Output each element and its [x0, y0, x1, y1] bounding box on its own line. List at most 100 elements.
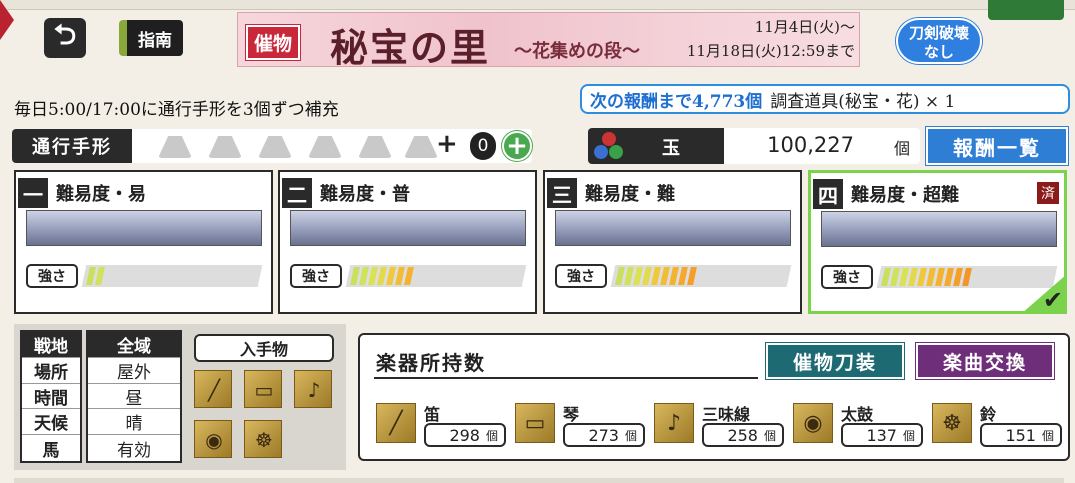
stage-info-panel: 戦地 場所 時間 天候 馬 全域 屋外 昼 晴 有効 入手物 ╱ ▭ ♪ ◉ ☸ [14, 324, 346, 470]
strength-segment [881, 268, 891, 286]
pass-slot-icon [208, 136, 242, 158]
difficulty-card-2[interactable]: 二難易度・普 強さ [278, 170, 537, 314]
stage-image [555, 210, 791, 246]
condition-values: 全域 屋外 昼 晴 有効 [86, 330, 182, 463]
strength-segment [86, 267, 96, 285]
strength-label: 強さ [821, 265, 873, 289]
strength-segment [404, 267, 414, 285]
condition-value: 晴 [88, 409, 180, 436]
condition-labels: 戦地 場所 時間 天候 馬 [20, 330, 82, 463]
song-exchange-button[interactable]: 楽曲交換 [916, 343, 1054, 379]
strength-bar [81, 265, 263, 287]
bell-icon: ☸ [932, 403, 972, 443]
top-right-tab[interactable] [988, 0, 1064, 20]
next-reward-remaining: 次の報酬まで4,773個 [590, 91, 763, 112]
event-equipment-button[interactable]: 催物刀装 [766, 343, 904, 379]
strength-segment [642, 267, 652, 285]
instrument-count-unit: 個 [902, 428, 915, 443]
instrument-count-value: 151 [1005, 425, 1036, 445]
gem-label: 玉 [662, 138, 680, 159]
event-tag: 催物 [246, 25, 301, 60]
koto-icon: ▭ [515, 403, 555, 443]
event-banner[interactable]: 催物 秘宝の里 ～花集めの段～ 11月4日(火)～ 11月18日(火)12:59… [237, 12, 860, 67]
divider [374, 377, 758, 379]
shamisen-icon[interactable]: ♪ [294, 370, 332, 408]
event-subtitle: ～花集めの段～ [514, 41, 640, 62]
stage-image [26, 210, 262, 246]
koto-icon[interactable]: ▭ [244, 370, 282, 408]
drum-icon: ◉ [793, 403, 833, 443]
strength-segment [359, 267, 369, 285]
stage-image [290, 210, 526, 246]
instrument-item: ♪ 三味線 258 個 [654, 401, 792, 447]
difficulty-name: 難易度・難 [585, 184, 675, 205]
difficulty-card-4[interactable]: 四難易度・超難 強さ済 ✔ [808, 170, 1067, 314]
condition-label: 戦地 [22, 332, 80, 358]
strength-bar [345, 265, 527, 287]
strength-segment [687, 267, 697, 285]
strength-segment [917, 268, 927, 286]
difficulty-card-1[interactable]: 一難易度・易 強さ [14, 170, 273, 314]
pass-plus: + [436, 129, 458, 159]
cleared-badge: 済 [1036, 181, 1060, 205]
strength-segment [651, 267, 661, 285]
gem-counter: 玉 100,227 個 [588, 128, 920, 164]
flute-icon[interactable]: ╱ [194, 370, 232, 408]
strength-segment [350, 267, 360, 285]
pass-row: 通行手形 + 0 + [12, 129, 532, 163]
pass-slot-icon [158, 136, 192, 158]
strength-segment [678, 267, 688, 285]
reward-list-button[interactable]: 報酬一覧 [926, 127, 1068, 165]
next-reward-box: 次の報酬まで4,773個 調査道具(秘宝・花) × 1 [580, 84, 1070, 114]
add-pass-button[interactable]: + [502, 131, 532, 161]
pass-slot-icon [258, 136, 292, 158]
strength-segment [633, 267, 643, 285]
strength-segment [615, 267, 625, 285]
bell-icon[interactable]: ☸ [244, 420, 282, 458]
strength-segment [95, 267, 105, 285]
event-start-date: 11月4日(火)～ [754, 18, 855, 36]
pass-slot-icon [308, 136, 342, 158]
instrument-count-unit: 個 [624, 428, 637, 443]
drum-icon[interactable]: ◉ [194, 420, 232, 458]
instrument-name: 太鼓 [841, 405, 874, 424]
condition-label: 天候 [22, 409, 80, 436]
difficulty-card-3[interactable]: 三難易度・難強さ [543, 170, 802, 314]
instrument-count: 258 個 [702, 423, 784, 447]
strength-segment [908, 268, 918, 286]
difficulty-number: 一 [18, 178, 48, 208]
strength-segment [944, 268, 954, 286]
top-bar [0, 0, 1075, 10]
strength-label: 強さ [555, 264, 607, 288]
instrument-count-value: 137 [866, 425, 897, 445]
strength-segment [962, 268, 972, 286]
difficulty-name: 難易度・易 [56, 184, 146, 205]
event-title: 秘宝の里 [330, 25, 491, 67]
strength-segment [377, 267, 387, 285]
condition-label: 場所 [22, 358, 80, 384]
difficulty-number: 二 [282, 178, 312, 208]
instrument-name: 三味線 [702, 405, 751, 424]
strength-segment [926, 268, 936, 286]
strength-segment [386, 267, 396, 285]
instrument-panel: 楽器所持数 催物刀装 楽曲交換 ╱ 笛 298 個 ▭ 琴 273 個 ♪ 三味線 258 個 ◉ 太鼓 1… [358, 333, 1070, 461]
instrument-name: 笛 [424, 405, 441, 424]
guide-button[interactable]: 指南 [119, 20, 183, 56]
strength-bar [610, 265, 792, 287]
bottom-edge [14, 478, 1064, 483]
next-reward-item: 調査道具(秘宝・花) × 1 [770, 91, 956, 112]
instrument-item: ◉ 太鼓 137 個 [793, 401, 931, 447]
instrument-item: ▭ 琴 273 個 [515, 401, 653, 447]
back-arrow-icon: ⮌ [53, 18, 77, 51]
difficulty-number: 三 [547, 178, 577, 208]
instrument-count: 273 個 [563, 423, 645, 447]
gem-icon [594, 132, 624, 160]
badge-line: 刀剣破壊 [908, 24, 969, 42]
instrument-count-unit: 個 [1041, 428, 1054, 443]
strength-segment [899, 268, 909, 286]
gem-value: 100,227 [767, 133, 854, 157]
shamisen-icon: ♪ [654, 403, 694, 443]
back-button[interactable]: ⮌ [44, 18, 86, 58]
instrument-item: ☸ 鈴 151 個 [932, 401, 1070, 447]
condition-value: 全域 [88, 332, 180, 358]
